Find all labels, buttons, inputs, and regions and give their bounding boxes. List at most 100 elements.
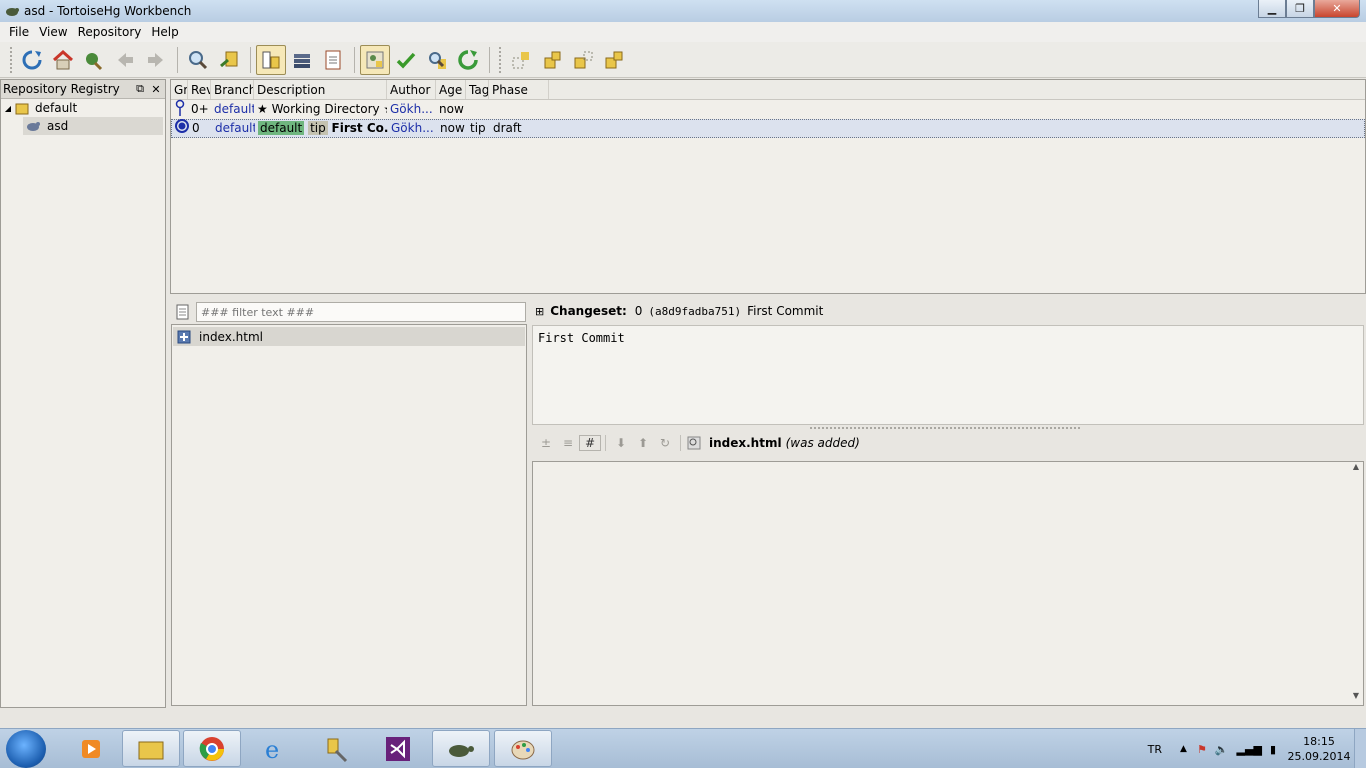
search-changes-icon: [429, 51, 446, 69]
search-changes-button[interactable]: [422, 45, 452, 75]
column-phase[interactable]: Phase: [489, 80, 549, 99]
table-row[interactable]: 0+ default ★ Working Directory ★ Gökh...…: [171, 99, 1365, 119]
tree-repo-asd[interactable]: asd: [23, 117, 163, 135]
clock[interactable]: 18:15 25.09.2014: [1284, 734, 1354, 764]
tortoisehg-app-icon: [6, 8, 19, 16]
diff-toolbar: ± ≡ # ⬇ ⬆ ↻ index.html (was added): [535, 433, 860, 453]
menu-view[interactable]: View: [34, 25, 72, 39]
splitter-handle[interactable]: [810, 427, 1080, 429]
find-button[interactable]: [183, 45, 213, 75]
back-button[interactable]: [110, 45, 140, 75]
close-button[interactable]: ✕: [1314, 0, 1360, 18]
changeset-header: ⊞ Changeset: 0 (a8d9fadba751) First Comm…: [535, 302, 823, 320]
refresh-button[interactable]: [17, 45, 47, 75]
push-button[interactable]: [599, 45, 629, 75]
next-diff-button[interactable]: ⬇: [610, 436, 632, 450]
toggle-annotate-button[interactable]: ≡: [557, 436, 579, 450]
update-button[interactable]: [79, 45, 109, 75]
toggle-diff-button[interactable]: ±: [535, 436, 557, 450]
vertical-scrollbar[interactable]: ▲ ▼: [1349, 462, 1363, 705]
prev-diff-button[interactable]: ⬆: [632, 436, 654, 450]
repository-registry-panel: Repository Registry ⧉ ✕ ◢ default asd: [0, 79, 166, 708]
commit-stack-icon: [294, 53, 310, 68]
toolbar-grip[interactable]: [499, 46, 502, 73]
table-row-selected[interactable]: 0 default default tip First Co... Gökh..…: [171, 118, 1365, 138]
scroll-down-icon[interactable]: ▼: [1349, 691, 1363, 705]
window-title: asd - TortoiseHg Workbench: [24, 4, 192, 18]
commit-stack-button[interactable]: [287, 45, 317, 75]
menu-file[interactable]: File: [4, 25, 34, 39]
home-button[interactable]: [48, 45, 78, 75]
find-in-file-icon[interactable]: [687, 436, 701, 450]
toolbar-grip[interactable]: [10, 46, 13, 73]
maximize-button[interactable]: ❐: [1286, 0, 1314, 18]
commit-message-view[interactable]: First Commit: [532, 325, 1364, 425]
list-item[interactable]: index.html: [173, 327, 525, 346]
show-hidden-icons-icon[interactable]: ▲: [1180, 744, 1187, 754]
goto-button[interactable]: [214, 45, 244, 75]
power-icon[interactable]: ▮: [1270, 743, 1276, 756]
taskbar-paint[interactable]: [494, 730, 552, 767]
line-numbers-button[interactable]: #: [579, 435, 601, 451]
cell-rev: 0+: [191, 102, 209, 116]
menu-repository[interactable]: Repository: [73, 25, 147, 39]
diff-file-status: (was added): [785, 436, 860, 450]
diff-file-name: index.html: [709, 436, 782, 450]
volume-icon[interactable]: 🔈: [1215, 743, 1229, 756]
reload-button[interactable]: ↻: [654, 436, 676, 450]
minimize-button[interactable]: ▁: [1258, 0, 1286, 18]
toolbar-separator: [489, 46, 490, 73]
forward-button[interactable]: [141, 45, 171, 75]
taskbar-chrome[interactable]: [183, 730, 241, 767]
taskbar-ie[interactable]: e: [245, 730, 303, 767]
folder-icon: [138, 741, 164, 759]
menu-bar: File View Repository Help: [0, 22, 1366, 42]
chrome-icon: [199, 736, 224, 761]
toolbar-separator: [177, 46, 178, 73]
pull-icon: [544, 51, 561, 68]
close-panel-button[interactable]: ✕: [149, 83, 163, 96]
sync-button[interactable]: [453, 45, 483, 75]
pull-button[interactable]: [537, 45, 567, 75]
scroll-up-icon[interactable]: ▲: [1349, 462, 1363, 476]
taskbar-tool[interactable]: [307, 730, 365, 767]
toolbar-separator: [354, 46, 355, 73]
cell-age: now: [439, 102, 464, 116]
outgoing-button[interactable]: [568, 45, 598, 75]
filter-text-input[interactable]: [196, 302, 526, 322]
collapse-arrow-icon[interactable]: ◢: [1, 104, 15, 113]
column-description[interactable]: Description: [254, 80, 387, 99]
column-author[interactable]: Author: [387, 80, 436, 99]
diff-view[interactable]: ▲ ▼: [532, 461, 1364, 706]
language-indicator[interactable]: TR: [1148, 743, 1162, 756]
flag-icon[interactable]: ⚑: [1197, 743, 1207, 756]
taskbar-tortoisehg[interactable]: [432, 730, 490, 767]
taskbar-media-player[interactable]: [62, 730, 120, 767]
column-tags[interactable]: Tags: [466, 80, 489, 99]
log-button[interactable]: [318, 45, 348, 75]
column-branch[interactable]: Branch: [211, 80, 254, 99]
revision-details-button[interactable]: [256, 44, 286, 75]
column-rev[interactable]: Rev: [188, 80, 211, 99]
show-desktop-button[interactable]: [1354, 729, 1366, 768]
taskbar-visual-studio[interactable]: [369, 730, 427, 767]
start-button[interactable]: [6, 730, 46, 768]
tree-group-default[interactable]: ◢ default: [1, 99, 165, 117]
toolbar-separator: [680, 435, 681, 451]
float-panel-button[interactable]: ⧉: [133, 82, 147, 96]
network-icon[interactable]: ▂▄▆: [1237, 743, 1262, 756]
column-age[interactable]: Age: [436, 80, 466, 99]
file-added-icon: [177, 330, 191, 343]
back-icon: [118, 52, 133, 67]
incoming-button[interactable]: [506, 45, 536, 75]
tortoise-icon: [449, 744, 474, 757]
expand-icon[interactable]: ⊞: [535, 305, 544, 318]
svg-text:e: e: [265, 736, 279, 763]
menu-help[interactable]: Help: [146, 25, 183, 39]
commit-button[interactable]: [360, 44, 390, 75]
taskbar-explorer[interactable]: [122, 730, 180, 767]
file-list-icon[interactable]: [176, 304, 190, 320]
cell-branch: default: [214, 102, 254, 116]
verify-button[interactable]: [391, 45, 421, 75]
changeset-hash[interactable]: (a8d9fadba751): [648, 305, 741, 318]
